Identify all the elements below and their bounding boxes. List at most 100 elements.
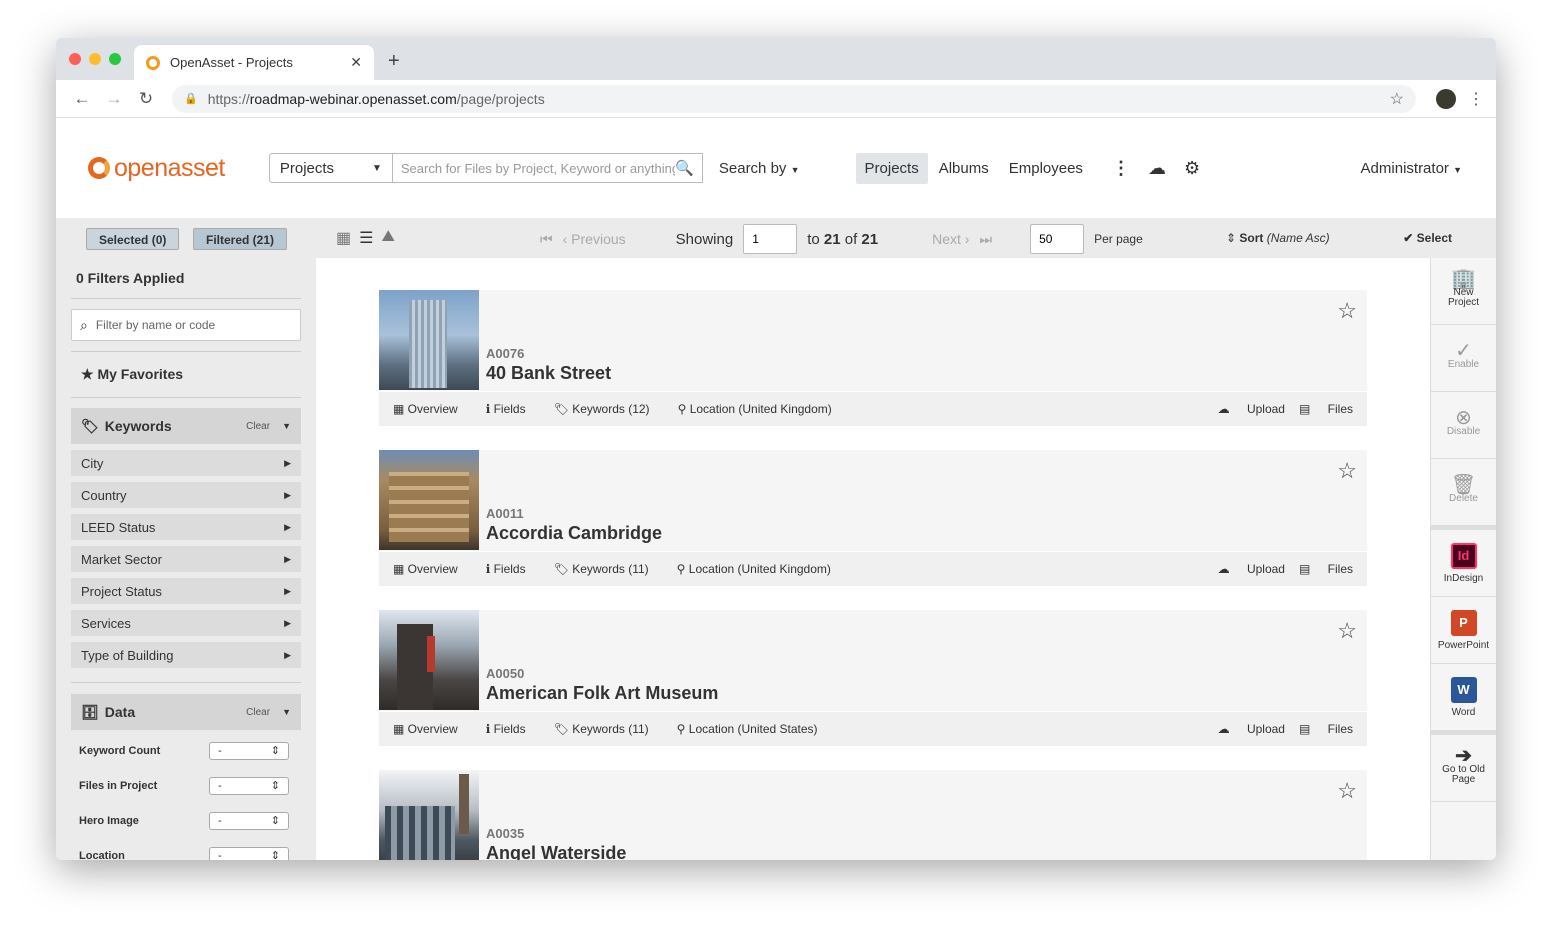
search-by-dropdown[interactable]: Search by ▼ — [719, 160, 800, 177]
page-start-input[interactable] — [743, 224, 798, 254]
grid-view-icon[interactable]: ▦ — [336, 228, 351, 248]
location-link[interactable]: ⚲ Location (United Kingdom) — [677, 562, 845, 576]
location-link[interactable]: ⚲ Location (United States) — [677, 722, 832, 736]
powerpoint-button[interactable]: P PowerPoint — [1431, 597, 1496, 664]
nav-projects[interactable]: Projects — [855, 152, 928, 184]
back-icon[interactable]: ← — [66, 89, 98, 109]
first-page-icon[interactable]: ⏮ — [540, 231, 553, 248]
search-scope-select[interactable]: Projects ▼ — [268, 153, 393, 183]
keyword-item-market-sector[interactable]: Market Sector ▶ — [71, 546, 301, 572]
new-tab-icon[interactable]: + — [388, 50, 400, 73]
cloud-upload-icon[interactable]: ☁ — [1148, 158, 1166, 179]
url-field[interactable]: 🔒 https://roadmap-webinar.openasset.com/… — [172, 84, 1416, 113]
browser-tab[interactable]: OpenAsset - Projects ✕ — [134, 45, 374, 80]
delete-button[interactable]: 🗑 Delete — [1431, 459, 1496, 526]
go-to-old-page-button[interactable]: ➔ Go to Old Page — [1431, 735, 1496, 802]
my-favorites-link[interactable]: ★ My Favorites — [71, 351, 301, 398]
fields-link[interactable]: ℹ Fields — [486, 402, 540, 416]
project-name[interactable]: 40 Bank Street — [486, 363, 611, 384]
filter-search-input[interactable]: ⌕ Filter by name or code — [71, 309, 301, 341]
search-icon[interactable]: 🔍 — [675, 159, 694, 177]
project-thumbnail[interactable] — [379, 770, 479, 860]
project-name[interactable]: American Folk Art Museum — [486, 683, 718, 704]
new-project-button[interactable]: 🏢 New Project — [1431, 258, 1496, 325]
disable-button[interactable]: ⊗ Disable — [1431, 392, 1496, 459]
keywords-link[interactable]: 🏷 Keywords (12) — [554, 402, 664, 416]
user-menu[interactable]: Administrator ▼ — [1361, 160, 1462, 177]
upload-link[interactable]: ☁ Upload — [1204, 402, 1285, 416]
keywords-clear-button[interactable]: Clear — [246, 421, 270, 432]
previous-page-button[interactable]: ‹ Previous — [563, 231, 626, 247]
indesign-button[interactable]: Id InDesign — [1431, 530, 1496, 597]
last-page-icon[interactable]: ⏭ — [979, 231, 992, 248]
fields-link[interactable]: ℹ Fields — [486, 722, 540, 736]
project-card[interactable]: A0035 Angel Waterside ☆ — [379, 770, 1367, 860]
files-link[interactable]: ▤ Files — [1285, 722, 1353, 736]
nav-albums[interactable]: Albums — [930, 153, 998, 184]
overview-link[interactable]: ▦ Overview — [393, 562, 472, 576]
keywords-link[interactable]: 🏷 Keywords (11) — [554, 562, 663, 576]
data-row-select[interactable]: - ⇕ — [209, 741, 289, 760]
reload-icon[interactable]: ↻ — [130, 89, 162, 109]
keyword-item-services[interactable]: Services ▶ — [71, 610, 301, 636]
forward-icon[interactable]: → — [98, 89, 130, 109]
data-row-select[interactable]: - ⇕ — [209, 811, 289, 830]
close-tab-icon[interactable]: ✕ — [350, 54, 362, 71]
search-input[interactable]: Search for Files by Project, Keyword or … — [392, 153, 703, 183]
files-link[interactable]: ▤ Files — [1285, 562, 1353, 576]
favorite-star-icon[interactable]: ☆ — [1337, 458, 1357, 484]
project-thumbnail[interactable] — [379, 290, 479, 390]
project-thumbnail[interactable] — [379, 610, 479, 710]
upload-link[interactable]: ☁ Upload — [1204, 722, 1285, 736]
map-view-icon[interactable]: ⛰ — [381, 228, 394, 248]
action-rail: 🏢 New Project ✓ Enable ⊗ Disable 🗑 Delet… — [1430, 258, 1496, 860]
project-name[interactable]: Accordia Cambridge — [486, 523, 662, 544]
files-link[interactable]: ▤ Files — [1285, 402, 1353, 416]
enable-button[interactable]: ✓ Enable — [1431, 325, 1496, 392]
data-row-select[interactable]: - ⇕ — [209, 846, 289, 860]
project-card[interactable]: A0076 40 Bank Street ☆ ▦ Overview ℹ Fiel… — [379, 290, 1367, 426]
per-page-input[interactable] — [1030, 224, 1085, 254]
caret-down-icon[interactable]: ▼ — [282, 421, 291, 431]
project-card[interactable]: A0011 Accordia Cambridge ☆ ▦ Overview ℹ … — [379, 450, 1367, 586]
keyword-item-project-status[interactable]: Project Status ▶ — [71, 578, 301, 604]
select-button[interactable]: ✔ Select — [1403, 231, 1452, 245]
keyword-item-country[interactable]: Country ▶ — [71, 482, 301, 508]
profile-avatar[interactable] — [1436, 88, 1456, 109]
next-page-button[interactable]: Next › — [932, 231, 969, 247]
data-clear-button[interactable]: Clear — [246, 707, 270, 718]
favorite-star-icon[interactable]: ☆ — [1337, 298, 1357, 324]
project-card[interactable]: A0050 American Folk Art Museum ☆ ▦ Overv… — [379, 610, 1367, 746]
data-row-select[interactable]: - ⇕ — [209, 776, 289, 795]
overview-link[interactable]: ▦ Overview — [393, 722, 472, 736]
overview-link[interactable]: ▦ Overview — [393, 402, 472, 416]
openasset-logo[interactable]: openasset — [88, 154, 225, 183]
maximize-window-button[interactable] — [109, 53, 121, 65]
bookmark-star-icon[interactable]: ☆ — [1390, 89, 1404, 109]
keyword-item-type-of-building[interactable]: Type of Building ▶ — [71, 642, 301, 668]
keywords-link[interactable]: 🏷 Keywords (11) — [554, 722, 663, 736]
sort-control[interactable]: ⇕ Sort (Name Asc) — [1226, 231, 1330, 245]
project-thumbnail[interactable] — [379, 450, 479, 550]
keyword-item-leed-status[interactable]: LEED Status ▶ — [71, 514, 301, 540]
gear-icon[interactable]: ⚙ — [1184, 158, 1200, 179]
caret-down-icon[interactable]: ▼ — [282, 707, 291, 717]
favorite-star-icon[interactable]: ☆ — [1337, 778, 1357, 804]
word-button[interactable]: W Word — [1431, 664, 1496, 731]
favorite-star-icon[interactable]: ☆ — [1337, 618, 1357, 644]
filtered-filter-pill[interactable]: Filtered (21) — [193, 228, 288, 250]
upload-link[interactable]: ☁ Upload — [1204, 562, 1285, 576]
list-view-icon[interactable]: ☰ — [359, 228, 373, 248]
keywords-group-header[interactable]: 🏷 Keywords Clear ▼ — [71, 408, 301, 444]
minimize-window-button[interactable] — [89, 53, 101, 65]
close-window-button[interactable] — [69, 53, 81, 65]
fields-link[interactable]: ℹ Fields — [486, 562, 540, 576]
browser-menu-icon[interactable]: ⋮ — [1466, 89, 1486, 109]
selected-filter-pill[interactable]: Selected (0) — [86, 228, 180, 250]
more-vertical-icon[interactable]: ⋮ — [1112, 158, 1130, 179]
nav-employees[interactable]: Employees — [1000, 153, 1092, 184]
project-name[interactable]: Angel Waterside — [486, 843, 626, 860]
data-group-header[interactable]: 🗄 Data Clear ▼ — [71, 694, 301, 730]
location-link[interactable]: ⚲ Location (United Kingdom) — [678, 402, 846, 416]
keyword-item-city[interactable]: City ▶ — [71, 450, 301, 476]
